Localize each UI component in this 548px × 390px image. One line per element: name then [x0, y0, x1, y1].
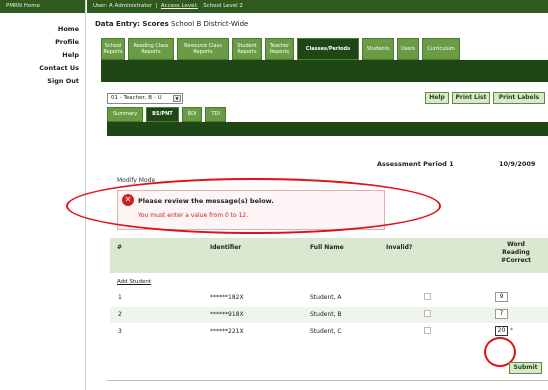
required-star: * [510, 327, 513, 334]
tab-tdi[interactable]: TDI [205, 107, 226, 122]
page-title: Data Entry: Scores School B District-Wid… [95, 20, 248, 28]
row-num: 3 [118, 328, 122, 335]
sidebar-item-sign-out[interactable]: Sign Out [0, 75, 79, 88]
header-identifier: Identifier [210, 244, 242, 251]
tab-student-reports[interactable]: Student Reports [232, 38, 262, 60]
invalid-checkbox[interactable] [424, 327, 431, 334]
sidebar: PMRN Home Home Profile Help Contact Us S… [0, 0, 86, 390]
invalid-checkbox[interactable] [424, 310, 431, 317]
row-identifier: ******918X [210, 311, 244, 318]
header-word-line2: Reading [502, 249, 530, 256]
word-reading-input[interactable]: 7 [495, 309, 508, 319]
row-name: Student, C [310, 328, 342, 335]
sidebar-header[interactable]: PMRN Home [0, 0, 85, 13]
table-row: 1 ******182X Student, A 9 [110, 290, 548, 306]
sidebar-item-help[interactable]: Help [0, 49, 79, 62]
print-labels-button[interactable]: Print Labels [493, 92, 545, 104]
header-word-line1: Word [507, 241, 525, 248]
print-list-button[interactable]: Print List [452, 92, 490, 104]
tab-curriculum[interactable]: Curriculum [422, 38, 460, 60]
teacher-select-value: 01 - Teacher, B - U [111, 95, 162, 101]
tab-bs-pnt[interactable]: BS/PNT [146, 107, 179, 122]
table-row: 2 ******918X Student, B 7 [110, 307, 548, 323]
row-identifier: ******182X [210, 294, 244, 301]
row-name: Student, A [310, 294, 342, 301]
header-full-name: Full Name [310, 244, 344, 251]
highlight-oval-message [66, 178, 441, 234]
user-label: User: A Administrator [93, 3, 153, 9]
header-num: # [117, 244, 123, 251]
row-num: 2 [118, 311, 122, 318]
word-reading-input[interactable]: 20 [495, 326, 508, 336]
sidebar-item-home[interactable]: Home [0, 23, 79, 36]
assessment-period-label: Assessment Period 1 [377, 160, 454, 168]
submit-button[interactable]: Submit [509, 362, 542, 374]
page-title-prefix: Data Entry: Scores [95, 20, 169, 28]
school-level-label: School Level 2 [203, 3, 243, 9]
tab-users[interactable]: Users [397, 38, 419, 60]
top-bar: User: A Administrator | Access Level: Sc… [87, 0, 548, 13]
add-student-link[interactable]: Add Student [117, 279, 151, 285]
sidebar-item-profile[interactable]: Profile [0, 36, 79, 49]
main-tab-bar [101, 60, 548, 82]
help-button[interactable]: Help [425, 92, 449, 104]
tab-bdi[interactable]: BDI [181, 107, 203, 122]
chevron-down-icon[interactable]: ▼ [173, 95, 181, 102]
header-word-reading: Word Reading #Correct [492, 241, 540, 265]
divider [107, 380, 548, 381]
tab-teacher-reports[interactable]: Teacher Reports [265, 38, 294, 60]
main-tabs: School Reports Reading Class Reports Res… [101, 38, 460, 60]
sub-tab-bar [107, 122, 548, 136]
header-invalid: Invalid? [386, 244, 413, 251]
row-num: 1 [118, 294, 122, 301]
assessment-date: 10/9/2009 [499, 160, 536, 168]
teacher-select[interactable]: 01 - Teacher, B - U ▼ [107, 93, 183, 104]
invalid-checkbox[interactable] [424, 293, 431, 300]
tab-classes-periods[interactable]: Classes/Periods [297, 38, 359, 60]
access-level-link[interactable]: Access Level: [161, 3, 198, 9]
header-word-line3: #Correct [501, 257, 531, 264]
page-title-suffix: School B District-Wide [171, 20, 249, 28]
row-identifier: ******221X [210, 328, 244, 335]
sidebar-item-contact-us[interactable]: Contact Us [0, 62, 79, 75]
word-reading-input[interactable]: 9 [495, 292, 508, 302]
tab-resource-class-reports[interactable]: Resource Class Reports [177, 38, 229, 60]
sidebar-nav: Home Profile Help Contact Us Sign Out [0, 23, 85, 88]
tab-school-reports[interactable]: School Reports [101, 38, 125, 60]
tab-reading-class-reports[interactable]: Reading Class Reports [128, 38, 174, 60]
tab-students[interactable]: Students [362, 38, 394, 60]
row-name: Student, B [310, 311, 342, 318]
sub-tabs: Summary BS/PNT BDI TDI [107, 107, 226, 122]
tab-summary[interactable]: Summary [107, 107, 144, 122]
table-row: 3 ******221X Student, C 20 * [110, 324, 548, 340]
